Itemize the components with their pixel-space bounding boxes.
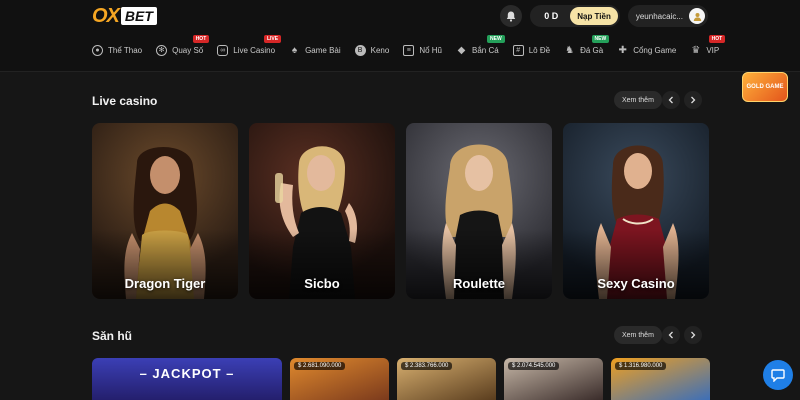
main-nav: ● Thể Thao ✻ Quay Số HOT ∞ Live Casino L… — [92, 35, 733, 58]
new-badge: NEW — [487, 35, 505, 43]
user-menu[interactable]: yeunhacaic... — [627, 5, 708, 27]
nav-label: Quay Số — [172, 45, 204, 55]
keno-icon: B — [354, 44, 366, 56]
live-casino-title: Live casino — [92, 94, 158, 108]
chat-button[interactable] — [763, 360, 793, 390]
jackpot-amount: $ 2.681.090.000 — [294, 362, 346, 370]
nav-label: Bắn Cá — [472, 45, 499, 55]
slot-game-card[interactable]: $ 1.316.980.000 — [611, 358, 710, 400]
slot-machine-icon: ≡ — [403, 44, 415, 56]
fish-icon: ◆ — [457, 44, 466, 56]
nav-item-quay-so[interactable]: ✻ Quay Số HOT — [156, 35, 210, 58]
top-header: OX BET 0 D Nạp Tiền yeunhacaic... ● Thể … — [0, 0, 800, 72]
username: yeunhacaic... — [635, 11, 683, 21]
hot-badge: HOT — [708, 35, 726, 43]
logo-ox: OX — [92, 4, 120, 27]
game-card-dragon-tiger[interactable]: Dragon Tiger — [92, 123, 238, 299]
jackpot-banner[interactable]: – JACKPOT – — [92, 358, 282, 400]
rooster-icon: ♞ — [565, 44, 575, 56]
nav-label: Game Bài — [305, 45, 341, 55]
nav-label: Đá Gà — [580, 45, 604, 55]
live-badge: LIVE — [263, 35, 282, 43]
nav-label: VIP — [706, 45, 720, 55]
nav-item-da-ga[interactable]: ♞ Đá Gà NEW — [564, 35, 610, 58]
game-card-sicbo[interactable]: Sicbo — [249, 123, 395, 299]
wallet: 0 D Nạp Tiền — [530, 5, 620, 27]
nav-item-keno[interactable]: B Keno — [354, 42, 390, 58]
promo-widget[interactable]: GOLD GAME — [742, 72, 788, 102]
game-name: Sicbo — [304, 276, 340, 291]
bell-icon — [507, 11, 516, 22]
game-card-sexy-casino[interactable]: Sexy Casino — [563, 123, 709, 299]
jackpot-amount: $ 2.383.766.000 — [401, 362, 453, 370]
nav-label: Live Casino — [233, 45, 276, 55]
user-icon — [693, 12, 701, 21]
game-name: Dragon Tiger — [124, 276, 206, 291]
spade-icon: ♠ — [291, 44, 298, 56]
nav-item-live-casino[interactable]: ∞ Live Casino LIVE — [217, 35, 282, 58]
see-more-button[interactable]: Xem thêm — [614, 91, 662, 109]
nav-label: Lô Đề — [528, 45, 551, 55]
prev-button[interactable] — [662, 91, 680, 109]
promo-label: GOLD GAME — [746, 83, 784, 90]
balance-value: 0 D — [544, 11, 559, 21]
nav-label: Keno — [370, 45, 390, 55]
lottery-icon: ✻ — [156, 44, 168, 56]
gamepad-icon: ✚ — [618, 44, 627, 56]
slot-game-card[interactable]: $ 2.383.766.000 — [397, 358, 496, 400]
chevron-right-icon — [691, 331, 696, 339]
chevron-right-icon — [691, 96, 696, 104]
chevron-left-icon — [668, 331, 673, 339]
slots-list: – JACKPOT – $ 2.681.090.000 $ 2.383.766.… — [92, 358, 710, 400]
avatar — [689, 8, 705, 24]
jackpot-amount: $ 2.074.545.000 — [508, 362, 560, 370]
see-more-button[interactable]: Xem thêm — [614, 326, 662, 344]
logo-bet: BET — [120, 7, 157, 25]
jackpot-amount: $ 1.316.980.000 — [615, 362, 667, 370]
nav-label: Thể Thao — [108, 45, 143, 55]
logo[interactable]: OX BET — [92, 5, 157, 27]
nav-item-vip[interactable]: ♛ VIP HOT — [690, 35, 726, 58]
new-badge: NEW — [591, 35, 610, 43]
next-button[interactable] — [684, 91, 702, 109]
crown-icon: ♛ — [691, 44, 701, 56]
game-name: Sexy Casino — [597, 276, 675, 291]
jackpot-label: – JACKPOT – — [139, 366, 235, 381]
nav-item-ban-ca[interactable]: ◆ Bắn Cá NEW — [456, 35, 505, 58]
game-name: Roulette — [453, 276, 505, 291]
account-bar: 0 D Nạp Tiền yeunhacaic... — [500, 5, 708, 27]
deposit-button[interactable]: Nạp Tiền — [570, 7, 618, 25]
slots-title: Săn hũ — [92, 329, 133, 343]
game-card-roulette[interactable]: Roulette — [406, 123, 552, 299]
slot-game-card[interactable]: $ 2.074.545.000 — [504, 358, 603, 400]
lotto-icon: # — [512, 44, 524, 56]
live-casino-list: Dragon Tiger Sicbo Roulette Sexy Casino — [92, 123, 709, 299]
slot-game-card[interactable]: $ 2.681.090.000 — [290, 358, 389, 400]
nav-item-cong-game[interactable]: ✚ Cổng Game — [617, 42, 676, 58]
next-button[interactable] — [684, 326, 702, 344]
notification-button[interactable] — [500, 5, 523, 27]
soccer-ball-icon: ● — [92, 44, 103, 56]
hot-badge: HOT — [192, 35, 210, 43]
chevron-left-icon — [668, 96, 673, 104]
nav-item-game-bai[interactable]: ♠ Game Bài — [289, 42, 341, 58]
nav-item-the-thao[interactable]: ● Thể Thao — [92, 42, 142, 58]
prev-button[interactable] — [662, 326, 680, 344]
chat-icon — [771, 369, 785, 382]
mask-icon: ∞ — [217, 44, 229, 56]
nav-item-no-hu[interactable]: ≡ Nổ Hũ — [403, 42, 442, 58]
nav-label: Nổ Hũ — [419, 45, 443, 55]
nav-label: Cổng Game — [633, 45, 677, 55]
nav-item-lo-de[interactable]: # Lô Đề — [512, 42, 551, 58]
